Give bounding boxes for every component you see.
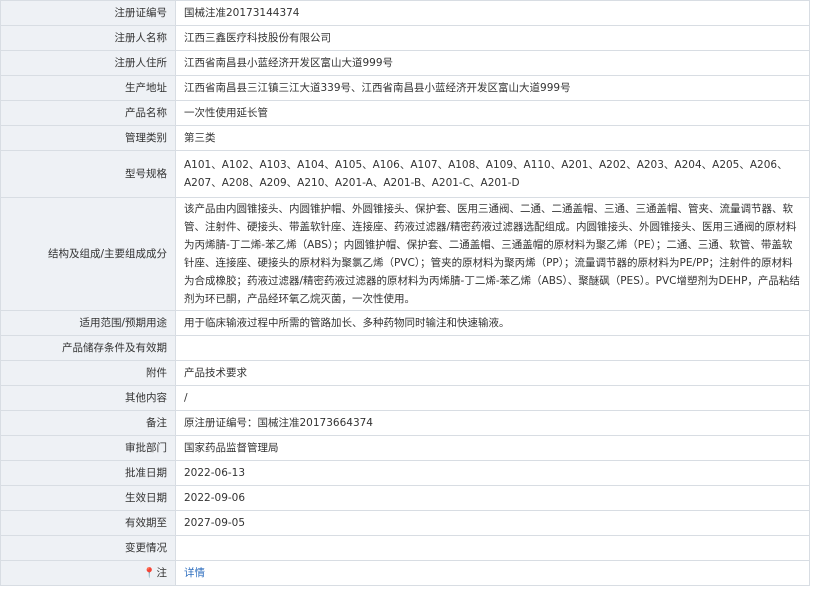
row-value: 国家药品监督管理局 <box>175 435 810 461</box>
row-label: 产品储存条件及有效期 <box>0 335 176 361</box>
note-label: 注 <box>156 566 168 579</box>
row-value: / <box>175 385 810 411</box>
registration-info-table: 注册证编号 国械注准20173144374 注册人名称 江西三鑫医疗科技股份有限… <box>0 0 810 586</box>
row-label: 备注 <box>0 410 176 436</box>
row-label: 注册人名称 <box>0 25 176 51</box>
row-expiry-date: 有效期至 2027-09-05 <box>0 510 810 536</box>
note-label-cell: 📍注 <box>0 560 176 586</box>
row-label: 型号规格 <box>0 150 176 198</box>
row-value: 江西三鑫医疗科技股份有限公司 <box>175 25 810 51</box>
row-note: 📍注 详情 <box>0 560 810 586</box>
row-other-content: 其他内容 / <box>0 385 810 411</box>
pin-icon: 📍 <box>143 567 156 579</box>
row-structure-composition: 结构及组成/主要组成成分 该产品由内圆锥接头、内圆锥护帽、外圆锥接头、保护套、医… <box>0 197 810 311</box>
row-value: 江西省南昌县小蓝经济开发区富山大道999号 <box>175 50 810 76</box>
row-production-address: 生产地址 江西省南昌县三江镇三江大道339号、江西省南昌县小蓝经济开发区富山大道… <box>0 75 810 101</box>
row-value <box>175 335 810 361</box>
row-remarks: 备注 原注册证编号：国械注准20173664374 <box>0 410 810 436</box>
row-approval-date: 批准日期 2022-06-13 <box>0 460 810 486</box>
row-product-name: 产品名称 一次性使用延长管 <box>0 100 810 126</box>
row-label: 有效期至 <box>0 510 176 536</box>
row-change-status: 变更情况 <box>0 535 810 561</box>
row-value: A101、A102、A103、A104、A105、A106、A107、A108、… <box>175 150 810 198</box>
row-effective-date: 生效日期 2022-09-06 <box>0 485 810 511</box>
row-label: 适用范围/预期用途 <box>0 310 176 336</box>
row-approval-department: 审批部门 国家药品监督管理局 <box>0 435 810 461</box>
row-value: 原注册证编号：国械注准20173664374 <box>175 410 810 436</box>
row-model-spec: 型号规格 A101、A102、A103、A104、A105、A106、A107、… <box>0 150 810 198</box>
row-value: 2022-06-13 <box>175 460 810 486</box>
detail-link[interactable]: 详情 <box>184 567 205 579</box>
row-value: 第三类 <box>175 125 810 151</box>
row-value: 产品技术要求 <box>175 360 810 386</box>
row-value: 2022-09-06 <box>175 485 810 511</box>
row-value: 该产品由内圆锥接头、内圆锥护帽、外圆锥接头、保护套、医用三通阀、二通、二通盖帽、… <box>175 197 810 311</box>
row-label: 注册人住所 <box>0 50 176 76</box>
row-value: 国械注准20173144374 <box>175 0 810 26</box>
row-intended-use: 适用范围/预期用途 用于临床输液过程中所需的管路加长、多种药物同时输注和快速输液… <box>0 310 810 336</box>
row-label: 附件 <box>0 360 176 386</box>
row-label: 审批部门 <box>0 435 176 461</box>
row-management-category: 管理类别 第三类 <box>0 125 810 151</box>
row-label: 结构及组成/主要组成成分 <box>0 197 176 311</box>
row-registrant-name: 注册人名称 江西三鑫医疗科技股份有限公司 <box>0 25 810 51</box>
row-value: 2027-09-05 <box>175 510 810 536</box>
note-value-cell: 详情 <box>175 560 810 586</box>
row-value: 江西省南昌县三江镇三江大道339号、江西省南昌县小蓝经济开发区富山大道999号 <box>175 75 810 101</box>
row-label: 产品名称 <box>0 100 176 126</box>
row-label: 管理类别 <box>0 125 176 151</box>
row-attachment: 附件 产品技术要求 <box>0 360 810 386</box>
row-label: 生效日期 <box>0 485 176 511</box>
row-label: 生产地址 <box>0 75 176 101</box>
row-registrant-address: 注册人住所 江西省南昌县小蓝经济开发区富山大道999号 <box>0 50 810 76</box>
row-label: 批准日期 <box>0 460 176 486</box>
row-storage-validity: 产品储存条件及有效期 <box>0 335 810 361</box>
row-label: 注册证编号 <box>0 0 176 26</box>
row-value: 用于临床输液过程中所需的管路加长、多种药物同时输注和快速输液。 <box>175 310 810 336</box>
row-value <box>175 535 810 561</box>
row-label: 变更情况 <box>0 535 176 561</box>
row-registration-number: 注册证编号 国械注准20173144374 <box>0 0 810 26</box>
row-label: 其他内容 <box>0 385 176 411</box>
row-value: 一次性使用延长管 <box>175 100 810 126</box>
